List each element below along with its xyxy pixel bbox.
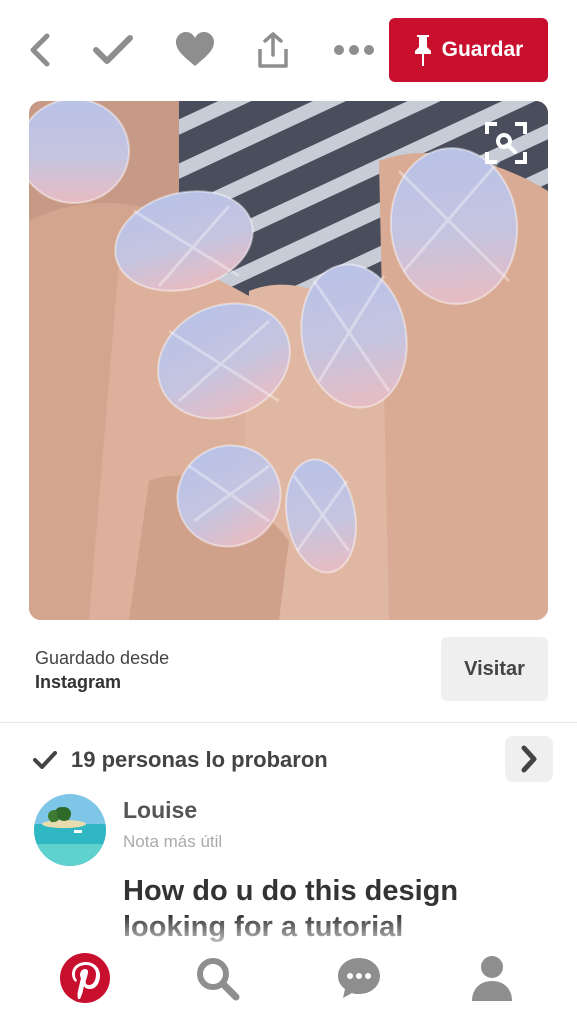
home-pinterest-icon[interactable] [57, 950, 113, 1006]
comment-author[interactable]: Louise [123, 797, 197, 824]
checkmark-icon[interactable] [93, 30, 133, 70]
share-icon[interactable] [253, 30, 293, 70]
section-divider [0, 722, 577, 723]
chevron-right-icon [521, 745, 537, 773]
top-action-bar: Guardar [0, 0, 577, 100]
heart-icon[interactable] [175, 30, 215, 70]
source-label: Guardado desde [35, 648, 170, 668]
visual-search-icon[interactable] [484, 121, 528, 165]
pin-image[interactable] [29, 101, 548, 620]
profile-icon[interactable] [464, 950, 520, 1006]
back-icon[interactable] [20, 30, 60, 70]
bottom-navigation [0, 944, 577, 1024]
tried-count-text: 19 personas lo probaron [71, 747, 328, 772]
source-name[interactable]: Instagram [35, 672, 121, 693]
comment-meta: Nota más útil [123, 832, 223, 851]
save-button[interactable]: Guardar [389, 18, 548, 82]
avatar[interactable] [34, 794, 106, 866]
messages-icon[interactable] [331, 950, 387, 1006]
search-icon[interactable] [189, 950, 245, 1006]
tried-summary[interactable]: 19 personas lo probaron [33, 742, 328, 778]
tried-expand-button[interactable] [505, 736, 553, 782]
save-button-label: Guardar [441, 38, 524, 61]
more-dots-icon[interactable] [333, 30, 375, 70]
checkmark-icon [33, 751, 57, 769]
pushpin-icon [414, 35, 431, 66]
nail-art-photo [29, 101, 548, 620]
visit-button[interactable]: Visitar [441, 637, 548, 701]
